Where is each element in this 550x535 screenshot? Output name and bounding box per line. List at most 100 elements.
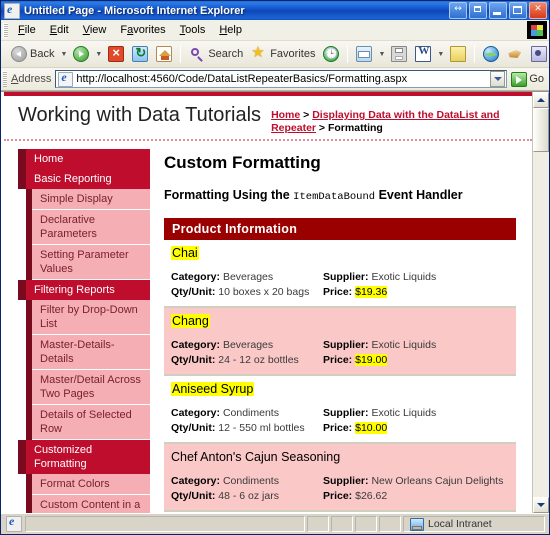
sidebar-section-home[interactable]: Home	[18, 149, 150, 169]
site-title: Working with Data Tutorials	[18, 104, 262, 126]
product-name: Chef Anton's Cajun Seasoning	[164, 449, 516, 465]
menu-help[interactable]: Help	[212, 22, 249, 38]
product-category-field: Category: Condiments	[171, 474, 323, 489]
sidebar-item-setting-parameter-values[interactable]: Setting Parameter Values	[26, 245, 150, 280]
address-bar-grip[interactable]	[3, 71, 7, 87]
windows-flag-icon	[527, 21, 547, 39]
window-title: Untitled Page - Microsoft Internet Explo…	[24, 4, 245, 17]
product-row: Aniseed Syrup Category: Condiments Suppl…	[164, 376, 516, 444]
forward-dropdown-icon[interactable]: ▼	[95, 51, 102, 58]
address-dropdown-button[interactable]	[490, 71, 506, 87]
refresh-button[interactable]	[128, 44, 152, 64]
search-icon	[189, 46, 205, 62]
sidebar-label: Customized Formatting	[34, 444, 93, 470]
address-input[interactable]: http://localhost:4560/Code/DataListRepea…	[55, 70, 508, 88]
restore-down-all-button[interactable]: ↔	[449, 2, 467, 19]
scrollbar-thumb[interactable]	[533, 108, 549, 152]
supplier-value: Exotic Liquids	[371, 271, 437, 283]
discuss-button[interactable]	[446, 44, 470, 64]
window-group-button[interactable]	[469, 2, 487, 19]
sidebar-section-filtering-reports[interactable]: Filtering Reports	[18, 280, 150, 300]
scroll-up-button[interactable]	[533, 92, 549, 108]
supplier-label: Supplier:	[323, 339, 369, 351]
sidebar-item-details-of-selected-row[interactable]: Details of Selected Row	[26, 405, 150, 440]
scroll-down-button[interactable]	[533, 497, 549, 513]
menu-grip[interactable]	[3, 22, 8, 38]
menu-favorites[interactable]: Favorites	[113, 22, 172, 38]
subtitle-code: ItemDataBound	[293, 191, 376, 203]
search-button[interactable]: Search	[185, 44, 247, 64]
product-row: Chai Category: Beverages Supplier: Exoti…	[164, 240, 516, 308]
price-label: Price:	[323, 286, 353, 298]
toolbar-separator-1	[180, 45, 182, 63]
ie-document-icon	[4, 2, 20, 19]
breadcrumb-home-link[interactable]: Home	[271, 109, 300, 121]
word-document-icon	[415, 45, 432, 62]
sidebar-item-custom-content-gridview[interactable]: Custom Content in a GridView	[26, 495, 150, 513]
favorites-button[interactable]: Favorites	[247, 43, 319, 64]
history-button[interactable]	[319, 44, 343, 64]
qty-unit-value: 24 - 12 oz bottles	[218, 354, 299, 366]
go-button[interactable]: Go	[507, 71, 549, 87]
messenger-button[interactable]	[503, 44, 527, 64]
msn-button[interactable]	[479, 44, 503, 64]
sidebar-item-filter-by-drop-down-list[interactable]: Filter by Drop-Down List	[26, 300, 150, 335]
product-price-field: Price: $26.62	[323, 489, 516, 504]
sidebar-label: Simple Display	[40, 193, 113, 205]
product-detail-line: Qty/Unit: 12 - 550 ml bottles Price: $10…	[164, 421, 516, 436]
sidebar-label: Details of Selected Row	[40, 409, 132, 435]
menu-file[interactable]: File	[11, 22, 43, 38]
sidebar-item-master-details-details[interactable]: Master-Details-Details	[26, 335, 150, 370]
sidebar-item-format-colors[interactable]: Format Colors	[26, 474, 150, 495]
category-label: Category:	[171, 407, 221, 419]
vertical-scrollbar[interactable]	[532, 92, 549, 513]
sidebar-item-declarative-parameters[interactable]: Declarative Parameters	[26, 210, 150, 245]
stop-icon	[108, 45, 125, 62]
mail-dropdown-icon[interactable]: ▼	[378, 51, 385, 58]
datalist-header: Product Information	[164, 218, 516, 240]
home-button[interactable]	[152, 44, 176, 64]
product-supplier-field: Supplier: New Orleans Cajun Delights	[323, 474, 516, 489]
sidebar-section-basic-reporting[interactable]: Basic Reporting	[18, 169, 150, 189]
forward-button[interactable]	[69, 44, 93, 64]
status-message-pane	[25, 516, 305, 532]
window-controls: ↔ ✕	[449, 2, 547, 19]
product-row: Chang Category: Beverages Supplier: Exot…	[164, 308, 516, 376]
sidebar-item-master-detail-across-two-pages[interactable]: Master/Detail Across Two Pages	[26, 370, 150, 405]
close-button[interactable]: ✕	[529, 2, 547, 19]
price-value: $19.00	[355, 354, 388, 366]
stop-button[interactable]	[104, 44, 128, 64]
menu-view-label: iew	[89, 24, 107, 36]
menu-edit[interactable]: Edit	[43, 22, 76, 38]
edit-word-button[interactable]	[411, 44, 435, 64]
price-value: $26.62	[355, 490, 388, 502]
mail-button[interactable]	[352, 44, 376, 64]
minimize-button[interactable]	[489, 2, 507, 19]
title-bar: Untitled Page - Microsoft Internet Explo…	[1, 1, 549, 20]
web-page: Working with Data Tutorials Home > Displ…	[1, 92, 532, 513]
chevron-down-icon	[537, 503, 545, 507]
back-button[interactable]: Back	[7, 44, 58, 64]
menu-tools[interactable]: Tools	[173, 22, 213, 38]
product-name-text: Chai	[171, 246, 199, 260]
maximize-button[interactable]	[509, 2, 527, 19]
scrollbar-track[interactable]	[533, 108, 549, 497]
product-price-field: Price: $10.00	[323, 421, 516, 436]
product-category-field: Category: Condiments	[171, 406, 323, 421]
print-button[interactable]	[387, 44, 411, 64]
product-detail-line: Category: Condiments Supplier: New Orlea…	[164, 474, 516, 489]
status-page-icon	[6, 514, 22, 532]
star-icon	[251, 43, 267, 62]
product-supplier-field: Supplier: Exotic Liquids	[323, 406, 516, 421]
site-header: Working with Data Tutorials Home > Displ…	[4, 96, 532, 141]
sidebar-label: Format Colors	[40, 478, 110, 490]
sidebar-section-customized-formatting[interactable]: Customized Formatting	[18, 440, 150, 474]
sidebar-item-simple-display[interactable]: Simple Display	[26, 189, 150, 210]
address-book-button[interactable]	[527, 44, 549, 64]
menu-view[interactable]: View	[76, 22, 114, 38]
product-category-field: Category: Beverages	[171, 270, 323, 285]
edit-word-dropdown-icon[interactable]: ▼	[437, 51, 444, 58]
back-dropdown-icon[interactable]: ▼	[60, 51, 67, 58]
security-zone-pane[interactable]: Local Intranet	[403, 516, 545, 532]
notes-icon	[450, 46, 467, 62]
